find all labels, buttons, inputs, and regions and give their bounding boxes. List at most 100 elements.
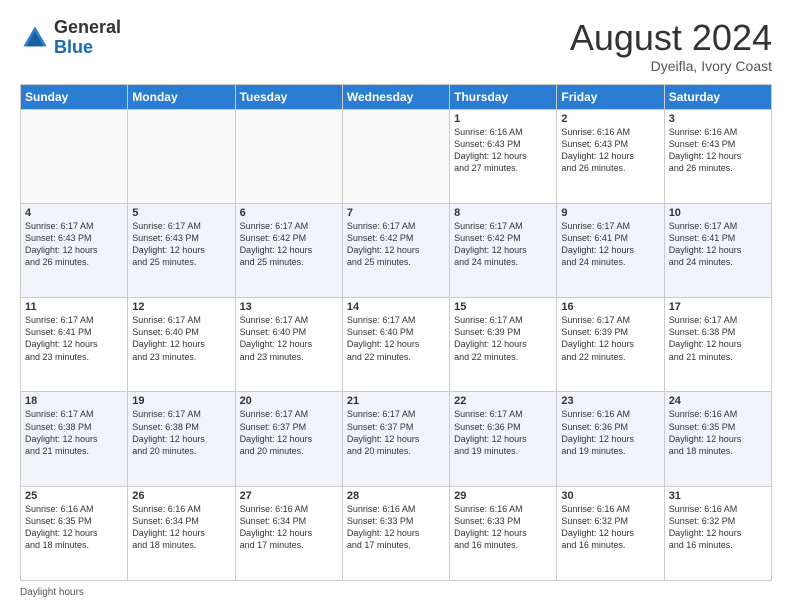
calendar-day-cell [342,109,449,203]
day-info: Sunrise: 6:16 AM Sunset: 6:36 PM Dayligh… [561,408,659,457]
day-info: Sunrise: 6:16 AM Sunset: 6:43 PM Dayligh… [561,126,659,175]
calendar-day-cell: 9Sunrise: 6:17 AM Sunset: 6:41 PM Daylig… [557,203,664,297]
calendar-day-cell: 1Sunrise: 6:16 AM Sunset: 6:43 PM Daylig… [450,109,557,203]
calendar-day-cell: 30Sunrise: 6:16 AM Sunset: 6:32 PM Dayli… [557,486,664,580]
day-info: Sunrise: 6:16 AM Sunset: 6:35 PM Dayligh… [669,408,767,457]
calendar-day-cell: 3Sunrise: 6:16 AM Sunset: 6:43 PM Daylig… [664,109,771,203]
calendar-day-cell: 18Sunrise: 6:17 AM Sunset: 6:38 PM Dayli… [21,392,128,486]
day-info: Sunrise: 6:16 AM Sunset: 6:32 PM Dayligh… [561,503,659,552]
calendar-day-cell: 20Sunrise: 6:17 AM Sunset: 6:37 PM Dayli… [235,392,342,486]
day-number: 8 [454,207,552,219]
day-info: Sunrise: 6:16 AM Sunset: 6:34 PM Dayligh… [240,503,338,552]
day-info: Sunrise: 6:16 AM Sunset: 6:35 PM Dayligh… [25,503,123,552]
calendar-week-row: 4Sunrise: 6:17 AM Sunset: 6:43 PM Daylig… [21,203,772,297]
day-number: 17 [669,301,767,313]
title-block: August 2024 Dyeifla, Ivory Coast [570,18,772,74]
day-info: Sunrise: 6:17 AM Sunset: 6:41 PM Dayligh… [669,220,767,269]
calendar-day-cell: 8Sunrise: 6:17 AM Sunset: 6:42 PM Daylig… [450,203,557,297]
day-info: Sunrise: 6:16 AM Sunset: 6:33 PM Dayligh… [454,503,552,552]
calendar-day-cell: 16Sunrise: 6:17 AM Sunset: 6:39 PM Dayli… [557,298,664,392]
header-row: SundayMondayTuesdayWednesdayThursdayFrid… [21,84,772,109]
calendar-day-cell: 22Sunrise: 6:17 AM Sunset: 6:36 PM Dayli… [450,392,557,486]
day-number: 2 [561,113,659,125]
day-number: 10 [669,207,767,219]
calendar-header: SundayMondayTuesdayWednesdayThursdayFrid… [21,84,772,109]
calendar-week-row: 11Sunrise: 6:17 AM Sunset: 6:41 PM Dayli… [21,298,772,392]
calendar-day-cell: 17Sunrise: 6:17 AM Sunset: 6:38 PM Dayli… [664,298,771,392]
calendar-week-row: 25Sunrise: 6:16 AM Sunset: 6:35 PM Dayli… [21,486,772,580]
day-number: 21 [347,395,445,407]
day-number: 30 [561,490,659,502]
logo-general: General [54,18,121,38]
page: General Blue August 2024 Dyeifla, Ivory … [0,0,792,612]
logo: General Blue [20,18,121,58]
day-number: 16 [561,301,659,313]
calendar-day-cell: 29Sunrise: 6:16 AM Sunset: 6:33 PM Dayli… [450,486,557,580]
calendar-day-cell: 11Sunrise: 6:17 AM Sunset: 6:41 PM Dayli… [21,298,128,392]
day-info: Sunrise: 6:17 AM Sunset: 6:38 PM Dayligh… [669,314,767,363]
day-number: 23 [561,395,659,407]
day-number: 25 [25,490,123,502]
day-info: Sunrise: 6:17 AM Sunset: 6:43 PM Dayligh… [25,220,123,269]
day-info: Sunrise: 6:17 AM Sunset: 6:40 PM Dayligh… [132,314,230,363]
day-number: 31 [669,490,767,502]
day-number: 19 [132,395,230,407]
day-info: Sunrise: 6:17 AM Sunset: 6:38 PM Dayligh… [25,408,123,457]
calendar-day-cell: 7Sunrise: 6:17 AM Sunset: 6:42 PM Daylig… [342,203,449,297]
day-info: Sunrise: 6:17 AM Sunset: 6:43 PM Dayligh… [132,220,230,269]
day-number: 26 [132,490,230,502]
day-info: Sunrise: 6:17 AM Sunset: 6:42 PM Dayligh… [454,220,552,269]
day-number: 24 [669,395,767,407]
day-info: Sunrise: 6:17 AM Sunset: 6:40 PM Dayligh… [347,314,445,363]
calendar-day-cell: 31Sunrise: 6:16 AM Sunset: 6:32 PM Dayli… [664,486,771,580]
calendar-day-cell: 23Sunrise: 6:16 AM Sunset: 6:36 PM Dayli… [557,392,664,486]
calendar-day-cell: 4Sunrise: 6:17 AM Sunset: 6:43 PM Daylig… [21,203,128,297]
day-number: 29 [454,490,552,502]
calendar-day-cell: 25Sunrise: 6:16 AM Sunset: 6:35 PM Dayli… [21,486,128,580]
header: General Blue August 2024 Dyeifla, Ivory … [20,18,772,74]
day-header: Sunday [21,84,128,109]
calendar-day-cell: 14Sunrise: 6:17 AM Sunset: 6:40 PM Dayli… [342,298,449,392]
logo-text: General Blue [54,18,121,58]
day-number: 11 [25,301,123,313]
calendar-day-cell: 21Sunrise: 6:17 AM Sunset: 6:37 PM Dayli… [342,392,449,486]
logo-blue: Blue [54,38,121,58]
day-number: 22 [454,395,552,407]
calendar-day-cell: 24Sunrise: 6:16 AM Sunset: 6:35 PM Dayli… [664,392,771,486]
month-title: August 2024 [570,18,772,58]
day-info: Sunrise: 6:17 AM Sunset: 6:39 PM Dayligh… [454,314,552,363]
day-info: Sunrise: 6:17 AM Sunset: 6:41 PM Dayligh… [561,220,659,269]
day-info: Sunrise: 6:17 AM Sunset: 6:38 PM Dayligh… [132,408,230,457]
day-header: Tuesday [235,84,342,109]
location-subtitle: Dyeifla, Ivory Coast [570,58,772,74]
calendar-day-cell: 10Sunrise: 6:17 AM Sunset: 6:41 PM Dayli… [664,203,771,297]
day-header: Friday [557,84,664,109]
day-number: 14 [347,301,445,313]
day-number: 13 [240,301,338,313]
calendar-day-cell: 27Sunrise: 6:16 AM Sunset: 6:34 PM Dayli… [235,486,342,580]
calendar-body: 1 Sunrise: 6:16 AM Sunset: 6:43 PM Daylig… [21,109,772,580]
day-info: Sunrise: 6:17 AM Sunset: 6:41 PM Dayligh… [25,314,123,363]
day-header: Wednesday [342,84,449,109]
calendar-day-cell [21,109,128,203]
day-number: 4 [25,207,123,219]
day-info: Sunrise: 6:16 AM Sunset: 6:32 PM Dayligh… [669,503,767,552]
day-number: 1 [454,113,552,125]
calendar-day-cell: 13Sunrise: 6:17 AM Sunset: 6:40 PM Dayli… [235,298,342,392]
day-info: Sunrise: 6:17 AM Sunset: 6:42 PM Dayligh… [347,220,445,269]
day-number: 9 [561,207,659,219]
calendar-week-row: 18Sunrise: 6:17 AM Sunset: 6:38 PM Dayli… [21,392,772,486]
calendar-day-cell: 15Sunrise: 6:17 AM Sunset: 6:39 PM Dayli… [450,298,557,392]
day-number: 5 [132,207,230,219]
calendar-day-cell: 19Sunrise: 6:17 AM Sunset: 6:38 PM Dayli… [128,392,235,486]
calendar-day-cell: 26Sunrise: 6:16 AM Sunset: 6:34 PM Dayli… [128,486,235,580]
day-number: 28 [347,490,445,502]
calendar-day-cell: 5Sunrise: 6:17 AM Sunset: 6:43 PM Daylig… [128,203,235,297]
day-number: 7 [347,207,445,219]
day-number: 12 [132,301,230,313]
day-info: Sunrise: 6:16 AM Sunset: 6:33 PM Dayligh… [347,503,445,552]
day-header: Monday [128,84,235,109]
day-info: Sunrise: 6:17 AM Sunset: 6:37 PM Dayligh… [347,408,445,457]
calendar-day-cell [128,109,235,203]
day-info: Sunrise: 6:16 AM Sunset: 6:34 PM Dayligh… [132,503,230,552]
